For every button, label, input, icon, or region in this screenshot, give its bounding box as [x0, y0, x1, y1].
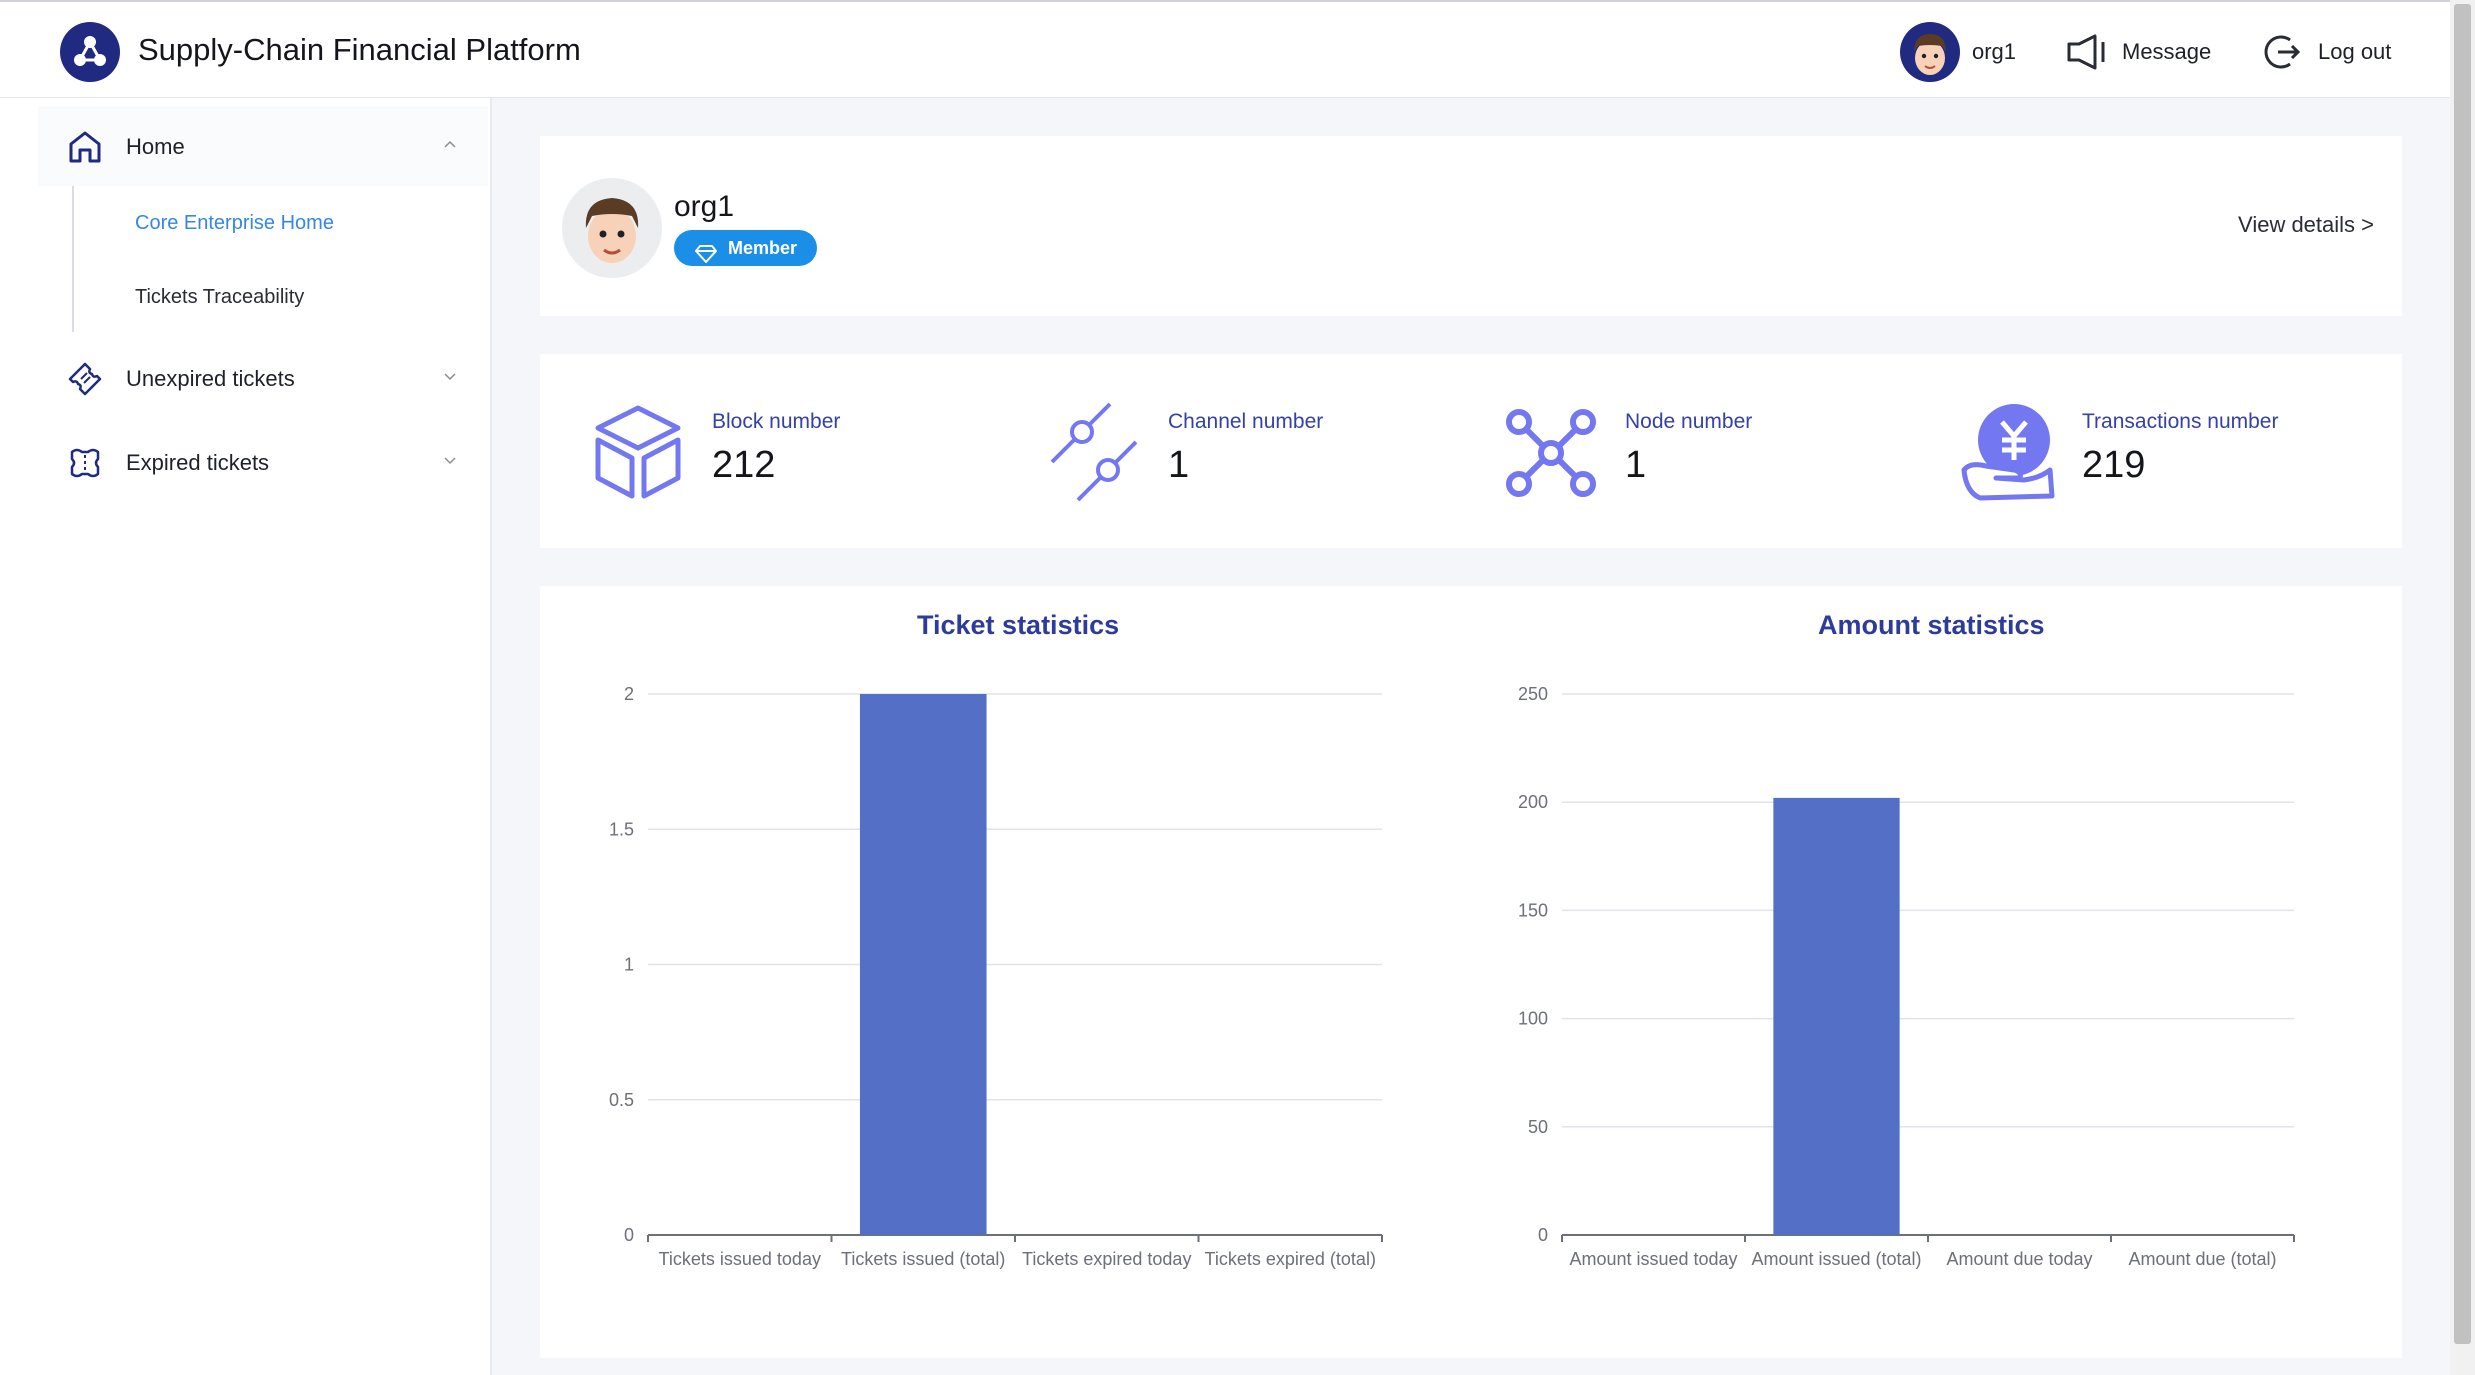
sidebar-subitem-core-enterprise-home[interactable]: Core Enterprise Home — [135, 212, 334, 235]
chevron-down-icon — [442, 368, 458, 384]
logout-link[interactable]: Log out — [2318, 39, 2391, 65]
diamond-icon — [694, 239, 718, 263]
stat-value: 212 — [712, 444, 776, 486]
profile-avatar — [562, 178, 662, 278]
y-tick-label: 1 — [624, 955, 634, 975]
stat-value: 1 — [1625, 444, 1647, 486]
home-icon — [66, 128, 104, 166]
stat-transactions-number: Transactions number 219 — [1910, 354, 2370, 548]
megaphone-icon[interactable] — [2065, 32, 2109, 72]
user-avatar[interactable] — [1900, 22, 1960, 82]
node-network-icon — [1499, 400, 1603, 504]
y-tick-label: 0 — [624, 1225, 634, 1245]
x-tick-label: Amount issued today — [1569, 1249, 1737, 1269]
stat-value: 1 — [1168, 444, 1190, 486]
sidebar-item-label: Home — [126, 134, 185, 159]
sidebar-item-label: Expired tickets — [126, 450, 270, 475]
x-tick-label: Tickets issued (total) — [841, 1249, 1005, 1269]
member-badge: Member — [674, 230, 817, 266]
stat-block-number: Block number 212 — [540, 354, 1000, 548]
message-link[interactable]: Message — [2122, 39, 2211, 65]
yuan-hand-icon — [1956, 400, 2060, 504]
header-username[interactable]: org1 — [1972, 39, 2016, 65]
x-tick-label: Amount due today — [1946, 1249, 2092, 1269]
x-tick-label: Tickets expired today — [1022, 1249, 1191, 1269]
stat-node-number: Node number 1 — [1453, 354, 1913, 548]
logout-icon[interactable] — [2262, 32, 2302, 72]
x-tick-label: Amount issued (total) — [1751, 1249, 1921, 1269]
y-tick-label: 200 — [1518, 792, 1548, 812]
stat-channel-number: Channel number 1 — [996, 354, 1456, 548]
sidebar-item-home[interactable]: Home — [38, 106, 488, 186]
top-header: Supply-Chain Financial Platform org1 Mes… — [0, 0, 2450, 98]
cube-icon — [586, 400, 690, 504]
profile-card: org1 Member View details > — [540, 136, 2402, 316]
y-tick-label: 250 — [1518, 684, 1548, 704]
profile-name: org1 — [674, 190, 735, 223]
y-tick-label: 1.5 — [609, 819, 634, 839]
expired-ticket-icon — [66, 444, 104, 482]
submenu-rail — [72, 186, 74, 332]
sidebar-item-unexpired-tickets[interactable]: Unexpired tickets — [38, 338, 488, 418]
y-tick-label: 150 — [1518, 900, 1548, 920]
scrollbar-thumb[interactable] — [2454, 4, 2471, 1344]
app-title: Supply-Chain Financial Platform — [138, 32, 581, 67]
stat-label: Block number — [712, 410, 841, 433]
charts-card: Ticket statistics Amount statistics 0 0.5… — [540, 586, 2402, 1358]
x-tick-label: Tickets expired (total) — [1205, 1249, 1376, 1269]
stat-label: Channel number — [1168, 410, 1324, 433]
stat-label: Transactions number — [2082, 410, 2279, 433]
sidebar-item-label: Unexpired tickets — [126, 366, 295, 391]
y-tick-label: 0.5 — [609, 1090, 634, 1110]
bar — [859, 694, 987, 1235]
page: Supply-Chain Financial Platform org1 Mes… — [0, 0, 2475, 1375]
charts-svg: 0 0.5 1 1.5 2 Tickets issued today Tickets iss… — [609, 684, 2295, 1269]
x-tick-label: Tickets issued today — [659, 1249, 821, 1269]
logo-icon[interactable] — [60, 22, 120, 82]
chevron-down-icon — [442, 452, 458, 468]
stat-value: 219 — [2082, 444, 2146, 486]
y-tick-label: 2 — [624, 684, 634, 704]
x-tick-label: Amount due (total) — [2128, 1249, 2276, 1269]
sidebar: Home Core Enterprise Home Tickets Tracea… — [0, 98, 492, 1375]
view-details-link[interactable]: View details > — [2238, 212, 2374, 238]
stats-card: Block number 212 Channel number 1 Node n… — [540, 354, 2402, 548]
sidebar-subitem-tickets-traceability[interactable]: Tickets Traceability — [135, 286, 304, 309]
ticket-icon — [66, 360, 104, 398]
y-tick-label: 50 — [1528, 1117, 1548, 1137]
sidebar-item-expired-tickets[interactable]: Expired tickets — [38, 422, 488, 502]
bar — [1773, 797, 1900, 1235]
member-badge-label: Member — [728, 238, 798, 258]
y-tick-label: 0 — [1538, 1225, 1548, 1245]
chevron-up-icon — [442, 136, 458, 152]
channel-icon — [1042, 400, 1146, 504]
y-tick-label: 100 — [1518, 1009, 1548, 1029]
stat-label: Node number — [1625, 410, 1753, 433]
